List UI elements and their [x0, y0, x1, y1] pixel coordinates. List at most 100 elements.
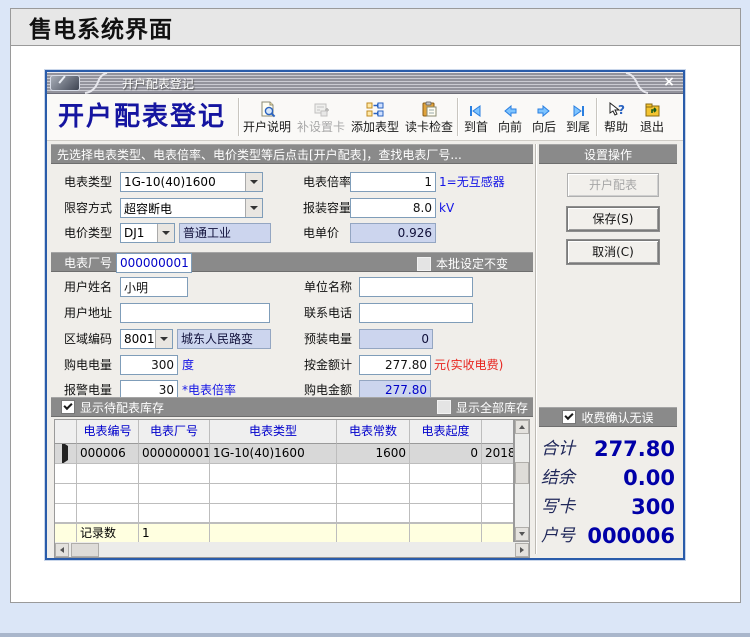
table-cell: 2018- [482, 444, 513, 464]
meter-type-select[interactable]: 1G-10(40)1600 [120, 172, 263, 192]
toolbar-button-label: 补设置卡 [296, 119, 345, 134]
toolbar: 开户配表登记 开户说明 补设置卡 添加表型 读卡检查 到首 向前 向后 到尾 ?… [47, 94, 683, 141]
user-name-label: 用户姓名 [64, 280, 113, 294]
window-title: 开户配表登记 [122, 76, 195, 91]
chevron-down-icon[interactable] [157, 224, 174, 242]
scroll-up-icon[interactable] [515, 420, 529, 434]
page-title: 售电系统界面 [29, 17, 173, 43]
help-icon: ? [607, 100, 625, 118]
toolbar-button-label: 读卡检查 [404, 119, 453, 134]
total-value: 277.80 [593, 437, 675, 461]
record-count-value: 1 [139, 523, 210, 543]
page-bottom-edge [0, 633, 750, 637]
row-selector-cell [55, 444, 77, 464]
capacity-input[interactable] [350, 198, 436, 218]
toolbar-button-next[interactable]: 向后 [527, 95, 561, 139]
column-header[interactable]: 电表厂号 [139, 420, 210, 444]
toolbar-button-help[interactable]: ? 帮助 [598, 95, 634, 139]
column-header[interactable]: 电表起度 [410, 420, 482, 444]
table-row-selected[interactable]: 000006 0000000010 1G-10(40)1600 1600 0 2… [55, 444, 513, 464]
buy-energy-label: 购电电量 [64, 358, 113, 372]
open-register-button: 开户配表 [567, 173, 659, 197]
buy-energy-note: 度 [182, 358, 195, 372]
area-code-select[interactable]: 8001 [120, 329, 173, 349]
area-code-label: 区域编码 [64, 332, 113, 346]
preset-energy-value: 0 [359, 329, 433, 349]
toolbar-button-open-help[interactable]: 开户说明 [240, 95, 294, 139]
scroll-left-icon[interactable] [55, 542, 69, 557]
table-cell: 0 [410, 444, 482, 464]
screen: 售电系统界面 开户配表登记 × 开户配表登记 开户说明 补设置卡 添加表型 读卡… [0, 0, 750, 637]
column-header[interactable] [482, 420, 513, 444]
table-header-row: 电表编号 电表厂号 电表类型 电表常数 电表起度 [55, 420, 513, 444]
preset-energy-label: 预装电量 [304, 332, 353, 346]
chevron-down-icon[interactable] [155, 330, 172, 348]
org-name-input[interactable] [359, 277, 473, 297]
account-no-value: 000006 [587, 524, 675, 548]
toolbar-button-last[interactable]: 到尾 [561, 95, 595, 139]
show-all-checkbox[interactable] [436, 400, 451, 414]
batch-checkbox-group[interactable]: 本批设定不变 [417, 255, 508, 272]
toolbar-button-label: 帮助 [603, 119, 628, 134]
fee-confirm-label: 收费确认无误 [581, 410, 654, 425]
by-amount-label: 按金额计 [304, 358, 353, 372]
phone-input[interactable] [359, 303, 473, 323]
window-titlebar: 开户配表登记 × [47, 72, 683, 94]
inventory-table: 电表编号 电表厂号 电表类型 电表常数 电表起度 000006 00000000… [54, 419, 514, 543]
nav-last-icon [570, 100, 586, 118]
window-system-icon[interactable] [50, 75, 80, 91]
by-amount-input[interactable] [359, 355, 431, 375]
fee-confirm-checkbox[interactable] [562, 410, 577, 424]
toolbar-button-add-meter-type[interactable]: 添加表型 [348, 95, 402, 139]
toolbar-button-exit[interactable]: 退出 [634, 95, 670, 139]
rate-input[interactable] [350, 172, 436, 192]
address-input[interactable] [120, 303, 270, 323]
toolbar-button-supplement-card: 补设置卡 [294, 95, 348, 139]
limit-mode-select[interactable]: 超容断电 [120, 198, 263, 218]
table-empty-row [55, 504, 513, 523]
clipboard-check-icon [421, 100, 438, 118]
write-card-value: 300 [631, 495, 675, 519]
price-type-label: 电价类型 [64, 226, 113, 240]
chevron-down-icon[interactable] [245, 199, 262, 217]
user-name-input[interactable] [120, 277, 188, 297]
chevron-down-icon[interactable] [245, 173, 262, 191]
column-header[interactable]: 电表常数 [337, 420, 410, 444]
inventory-bar: 显示待配表库存 显示全部库存 [51, 397, 533, 417]
column-header[interactable]: 电表类型 [210, 420, 337, 444]
confirm-bar: 收费确认无误 [539, 407, 677, 427]
svg-text:?: ? [618, 103, 625, 117]
save-button[interactable]: 保存(S) [567, 207, 659, 231]
cancel-button[interactable]: 取消(C) [567, 240, 659, 264]
horizontal-scroll-thumb[interactable] [71, 542, 99, 557]
table-cell: 000006 [77, 444, 139, 464]
limit-mode-label: 限容方式 [64, 201, 113, 215]
unit-price-label: 电单价 [303, 226, 340, 240]
column-header[interactable]: 电表编号 [77, 420, 139, 444]
meter-type-value: 1G-10(40)1600 [124, 175, 216, 189]
batch-checkbox[interactable] [417, 256, 431, 271]
register-window: 开户配表登记 × 开户配表登记 开户说明 补设置卡 添加表型 读卡检查 到首 向… [45, 70, 685, 560]
toolbar-separator [457, 98, 458, 136]
buy-energy-input[interactable] [120, 355, 178, 375]
price-type-select[interactable]: DJ1 [120, 223, 175, 243]
limit-mode-value: 超容断电 [124, 201, 173, 216]
table-horizontal-scrollbar[interactable] [54, 542, 530, 558]
toolbar-button-first[interactable]: 到首 [459, 95, 493, 139]
close-icon[interactable]: × [661, 74, 677, 90]
titlebar-swoosh-right-icon [625, 72, 649, 94]
toolbar-button-label: 向后 [531, 119, 556, 134]
factory-no-input[interactable] [116, 253, 192, 273]
toolbar-brand-title: 开户配表登记 [57, 102, 226, 132]
table-cell: 1600 [337, 444, 410, 464]
toolbar-button-card-check[interactable]: 读卡检查 [402, 95, 456, 139]
toolbar-button-label: 到尾 [565, 119, 590, 134]
toolbar-separator [238, 98, 239, 136]
nav-first-icon [468, 100, 484, 118]
show-pending-checkbox[interactable] [61, 400, 75, 414]
show-pending-label: 显示待配表库存 [80, 400, 165, 415]
area-code-value: 8001 [124, 332, 155, 346]
balance-value: 0.00 [623, 466, 675, 490]
toolbar-button-prev[interactable]: 向前 [493, 95, 527, 139]
capacity-label: 报装容量 [303, 201, 352, 215]
